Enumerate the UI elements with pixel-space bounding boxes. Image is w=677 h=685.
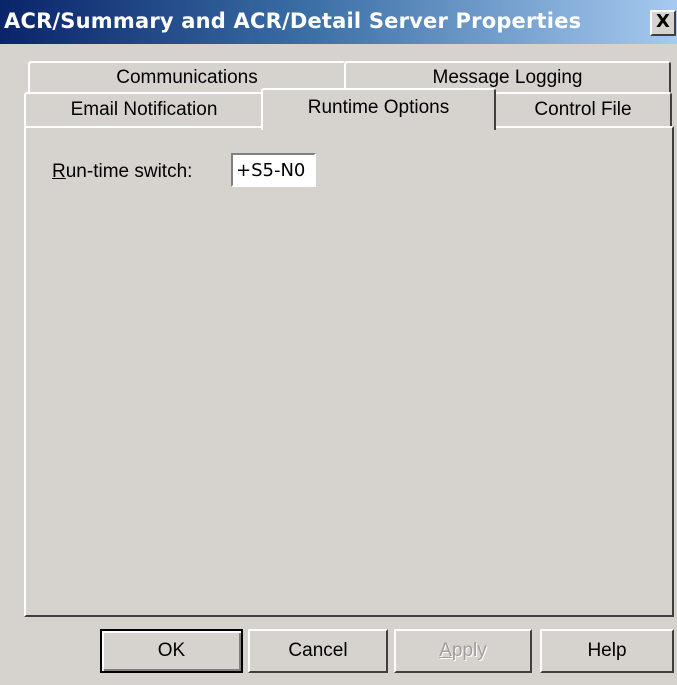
tab-runtime-options[interactable]: Runtime Options bbox=[261, 88, 496, 130]
tab-email-notification-label: Email Notification bbox=[70, 99, 218, 120]
title-bar[interactable]: ACR/Summary and ACR/Detail Server Proper… bbox=[0, 0, 677, 44]
window-title: ACR/Summary and ACR/Detail Server Proper… bbox=[4, 9, 582, 33]
help-button-label: Help bbox=[587, 640, 627, 661]
help-button[interactable]: Help bbox=[540, 629, 674, 673]
apply-button[interactable]: Apply bbox=[394, 629, 532, 673]
cancel-button-label: Cancel bbox=[288, 640, 348, 661]
tab-control-file[interactable]: Control File bbox=[494, 92, 672, 127]
apply-button-mnemonic: A bbox=[439, 640, 452, 661]
tab-panel-runtime-options bbox=[24, 126, 674, 617]
properties-dialog: ACR/Summary and ACR/Detail Server Proper… bbox=[0, 0, 677, 685]
runtime-switch-input[interactable] bbox=[231, 153, 316, 187]
tab-email-notification[interactable]: Email Notification bbox=[24, 92, 264, 127]
tab-runtime-options-label: Runtime Options bbox=[307, 97, 450, 118]
tab-control-file-label: Control File bbox=[534, 99, 632, 120]
ok-button-label: OK bbox=[157, 640, 186, 661]
tab-communications-label: Communications bbox=[116, 67, 258, 88]
runtime-switch-label-text: un-time switch: bbox=[65, 161, 193, 182]
close-icon: X bbox=[656, 11, 670, 32]
cancel-button[interactable]: Cancel bbox=[248, 629, 388, 673]
runtime-switch-label: Run-time switch: bbox=[52, 161, 192, 183]
apply-button-label: pply bbox=[451, 640, 487, 661]
close-button[interactable]: X bbox=[650, 10, 676, 36]
ok-button[interactable]: OK bbox=[100, 629, 243, 673]
runtime-switch-mnemonic: R bbox=[52, 161, 66, 182]
